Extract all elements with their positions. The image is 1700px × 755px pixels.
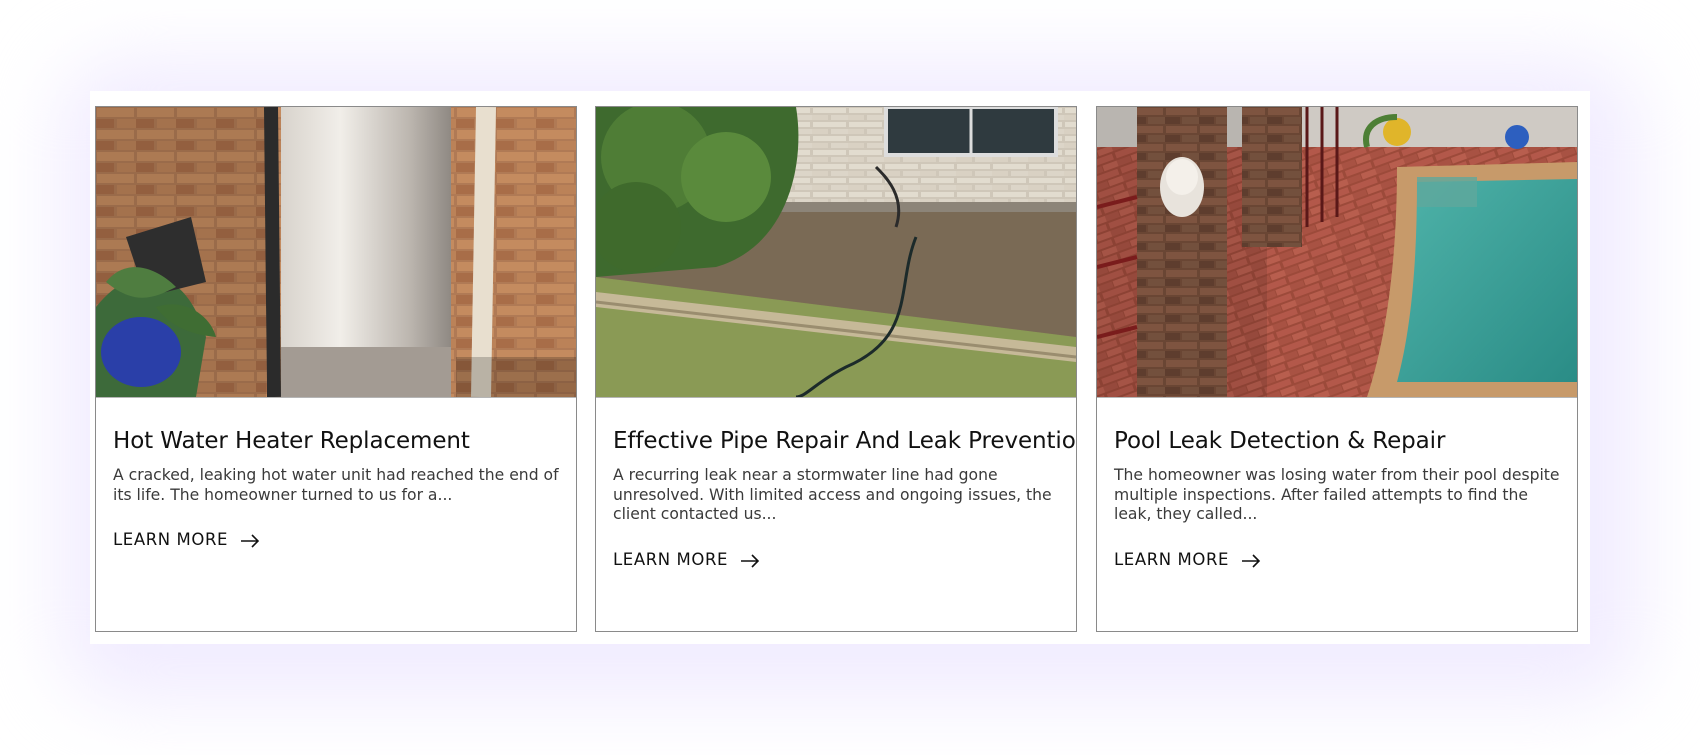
case-study-card-pool-leak: Pool Leak Detection & Repair The homeown… (1096, 106, 1578, 632)
learn-more-label: LEARN MORE (613, 550, 729, 569)
card-title: Pool Leak Detection & Repair (1114, 428, 1446, 454)
pipe-repair-trench-photo (596, 107, 1076, 398)
card-description: A recurring leak near a stormwater line … (613, 466, 1052, 523)
case-studies-panel: Hot Water Heater Replacement A cracked, … (90, 91, 1590, 644)
learn-more-link[interactable]: LEARN MORE (113, 530, 260, 549)
arrow-right-icon (740, 553, 760, 568)
case-study-card-pipe-repair: Effective Pipe Repair And Leak Preventio… (595, 106, 1077, 632)
arrow-right-icon (1241, 553, 1261, 568)
learn-more-link[interactable]: LEARN MORE (1114, 550, 1261, 569)
pool-area-photo (1097, 107, 1577, 398)
learn-more-label: LEARN MORE (1114, 550, 1230, 569)
arrow-right-icon (240, 533, 260, 548)
card-title: Effective Pipe Repair And Leak Preventio… (613, 428, 1077, 454)
learn-more-link[interactable]: LEARN MORE (613, 550, 760, 569)
case-study-card-hot-water: Hot Water Heater Replacement A cracked, … (95, 106, 577, 632)
card-description: The homeowner was losing water from thei… (1114, 466, 1560, 523)
card-description: A cracked, leaking hot water unit had re… (113, 466, 559, 504)
card-title: Hot Water Heater Replacement (113, 428, 470, 454)
learn-more-label: LEARN MORE (113, 530, 229, 549)
hot-water-heater-photo (96, 107, 576, 398)
